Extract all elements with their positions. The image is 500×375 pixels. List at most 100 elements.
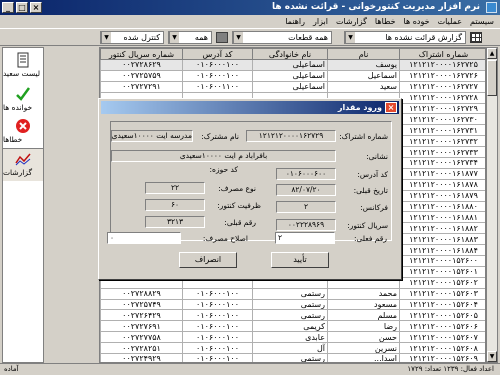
title-bar: نرم افزار مدیریت کنتورخوانی - قرائت نشده… [0, 0, 500, 15]
table-cell: ۰۰۲۷۲۵۷۴۹ [100, 298, 183, 311]
table-cell: ۰۰۲۷۲۷۶۹۱ [100, 320, 183, 333]
menu-tools[interactable]: ابزار [313, 15, 328, 28]
prev-date-value: ۸۲/۰۷/۲۰ [276, 184, 336, 196]
address-code-value: ۰۱۰۶۰۰۰۶۰۰ [276, 168, 336, 180]
table-cell: ۱۲۱۲۱۲۰۰۰۰۱۶۲۷۳۳ [399, 146, 485, 159]
type-select[interactable]: کنترل شده ▼ [100, 31, 164, 44]
table-row[interactable]: ۱۲۱۲۱۲۰۰۰۰۱۵۲۶۰۸ نسرین آل ۰۱۰۶۰۰۰۱۰۰ ۰۰۲۷۲۸۲… [100, 342, 485, 355]
table-row[interactable]: ۱۲۱۲۱۲۰۰۰۰۱۵۲۶۰۳ محمد رستمی ۰۱۰۶۰۰۰۱۰۰ ۰۰۲۷۲… [100, 287, 485, 300]
sidebar-item-list[interactable]: لیست سعید [3, 52, 43, 78]
consumption-fix-input[interactable]: ۰ [107, 232, 181, 244]
address-value: بافراباد م ایت ۱۰۰۰۰سعیدی [111, 150, 336, 162]
table-cell: ۱۲۱۲۱۲۰۰۰۰۱۶۲۷۳۲ [399, 135, 485, 148]
table-cell: مسعود [327, 298, 400, 311]
chevron-down-icon[interactable]: ▼ [101, 32, 111, 43]
close-button[interactable]: × [30, 2, 42, 13]
scroll-thumb[interactable] [487, 60, 497, 96]
table-row[interactable]: ۱۲۱۲۱۲۰۰۰۰۱۶۲۷۲۵ یوسف اسماعیلی ۰۱۰۶۰۰۰۱۰۰ ۰۰… [100, 59, 485, 71]
sidebar-item-readings[interactable]: خوانده ها [3, 86, 43, 112]
current-reading-input[interactable]: ۲ [275, 232, 335, 244]
table-cell: مسلم [327, 309, 400, 322]
column-header-family[interactable]: نام خانوادگی [252, 48, 328, 60]
menu-operations[interactable]: عملیات [438, 15, 462, 28]
dialog-title-bar: ورود مقدار × [101, 101, 399, 114]
table-row[interactable]: ۱۲۱۲۱۲۰۰۰۰۱۵۲۶۰۹ اسدا... رستمی ۰۱۰۶۰۰۰۱۰۰ ۰۰… [100, 353, 485, 362]
table-cell: عابدی [252, 331, 328, 344]
table-cell: رستمی [252, 309, 328, 322]
table-cell: آل [252, 342, 328, 355]
sidebar-item-reports[interactable]: گزارشات [3, 148, 43, 182]
name-label: نام مشترک: [201, 132, 239, 141]
table-cell: ۰۰۲۷۲۶۴۲۹ [100, 309, 183, 322]
dialog-title: ورود مقدار [337, 103, 382, 112]
chevron-down-icon[interactable]: ▼ [345, 32, 355, 43]
table-cell: یوسف [327, 59, 400, 71]
cancel-button[interactable]: انصراف [179, 252, 237, 268]
table-cell: اسماعیلی [252, 80, 328, 93]
table-cell: ۱۲۱۲۱۲۰۰۰۰۱۶۲۷۳۰ [399, 113, 485, 126]
chart-icon [15, 151, 31, 167]
grid-icon[interactable] [470, 32, 482, 43]
table-cell: نسرین [327, 342, 400, 355]
table-cell: ۱۲۱۲۱۲۰۰۰۰۱۶۲۷۳۱ [399, 124, 485, 137]
subscription-value: ۱۲۱۲۱۲۰۰۰۰۱۶۲۷۲۹ [246, 130, 336, 142]
table-cell: ۰۱۰۶۰۰۰۱۰۰ [182, 69, 253, 82]
prev-reading-value: ۳۲۱۳ [145, 216, 205, 228]
table-cell: ۱۲۱۲۱۲۰۰۰۰۱۵۲۶۰۳ [399, 287, 485, 300]
route-select[interactable]: همه ▼ [168, 31, 212, 44]
menu-errors[interactable]: خطاها [375, 15, 396, 28]
scroll-up-icon[interactable]: ▲ [487, 48, 497, 59]
table-cell: ۱۲۱۲۱۲۰۰۰۰۱۶۱۸۸۱ [399, 211, 485, 224]
consumption-fix-label: اصلاح مصرف: [202, 234, 248, 243]
table-cell: ۱۲۱۲۱۲۰۰۰۰۱۵۲۶۰۷ [399, 331, 485, 344]
table-row[interactable]: ۱۲۱۲۱۲۰۰۰۰۱۶۲۷۲۷ سعید اسماعیلی ۰۱۰۶۰۰۱۱۰۰ ۰۰… [100, 80, 485, 93]
table-cell: ۱۲۱۲۱۲۰۰۰۰۱۶۲۷۲۶ [399, 69, 485, 82]
scroll-down-icon[interactable]: ▼ [487, 351, 497, 362]
menu-help[interactable]: راهنما [285, 15, 305, 28]
confirm-button[interactable]: تأیید [271, 252, 329, 268]
address-label: نشانی: [366, 152, 388, 161]
prev-date-label: تاریخ قبلی: [353, 186, 388, 195]
table-cell: حسن [327, 331, 400, 344]
region-select[interactable]: همه قطعات ▼ [232, 31, 332, 44]
capacity-value: ۶۰ [145, 199, 205, 211]
table-cell: ۱۲۱۲۱۲۰۰۰۰۱۶۱۸۷۹ [399, 189, 485, 202]
menu-readings[interactable]: خوده ها [404, 15, 430, 28]
table-cell: ۰۰۲۷۲۸۸۲۹ [100, 287, 183, 300]
app-icon [486, 2, 497, 13]
chevron-down-icon[interactable]: ▼ [169, 32, 179, 43]
menu-system[interactable]: سیستم [470, 15, 494, 28]
table-row[interactable]: ۱۲۱۲۱۲۰۰۰۰۱۵۲۶۰۴ مسعود رستمی ۰۱۰۶۰۰۰۱۰۰ ۰۰۲۷… [100, 298, 485, 311]
table-row[interactable]: ۱۲۱۲۱۲۰۰۰۰۱۵۲۶۰۶ رضا کریمی ۰۱۰۶۰۰۰۱۰۰ ۰۰۲۷۲۷… [100, 320, 485, 333]
minimize-button[interactable]: _ [2, 2, 14, 13]
address-code-label: کد آدرس: [357, 170, 388, 179]
column-header-subscription[interactable]: شماره اشتراک [399, 48, 485, 60]
table-cell: ۱۲۱۲۱۲۰۰۰۰۱۶۱۸۸۰ [399, 200, 485, 213]
filter-icon[interactable] [216, 32, 228, 43]
maximize-button[interactable]: □ [16, 2, 28, 13]
capacity-label: ظرفیت کنتور: [217, 201, 261, 210]
status-count: اعداد فعال: ۱۲۳۹ تعداد: ۱۷۲۹ [407, 365, 494, 373]
table-cell: ۰۰۲۷۲۷۷۵۸ [100, 331, 183, 344]
column-header-address-code[interactable]: کد آدرس [182, 48, 253, 60]
table-cell: رضا [327, 320, 400, 333]
sidebar-item-errors[interactable]: خطاها [3, 118, 43, 144]
table-cell: ۱۲۱۲۱۲۰۰۰۰۱۶۲۷۳۴ [399, 157, 485, 169]
chevron-down-icon[interactable]: ▼ [233, 32, 243, 43]
table-cell: ۱۲۱۲۱۲۰۰۰۰۱۵۲۶۰۸ [399, 342, 485, 355]
table-row[interactable]: ۱۲۱۲۱۲۰۰۰۰۱۵۲۶۰۵ مسلم رستمی ۰۱۰۶۰۰۰۱۰۰ ۰۰۲۷۲… [100, 309, 485, 322]
close-icon[interactable]: × [385, 102, 397, 113]
table-row[interactable]: ۱۲۱۲۱۲۰۰۰۰۱۵۲۶۰۷ حسن عابدی ۰۱۰۶۰۰۰۱۰۰ ۰۰۲۷۲۷… [100, 331, 485, 344]
table-cell: سعید [327, 80, 400, 93]
table-row[interactable]: ۱۲۱۲۱۲۰۰۰۰۱۶۲۷۲۶ اسماعیل اسماعیلی ۰۱۰۶۰۰۰۱۰… [100, 69, 485, 82]
column-header-name[interactable]: نام [327, 48, 400, 60]
value-entry-dialog: ورود مقدار × شماره اشتراک: ۱۲۱۲۱۲۰۰۰۰۱۶۲… [98, 98, 402, 280]
table-cell: اسماعیلی [252, 59, 328, 71]
table-cell: ۱۲۱۲۱۲۰۰۰۰۱۶۱۸۸۴ [399, 244, 485, 257]
report-select[interactable]: گزارش قرائت نشده ها ▼ [344, 31, 466, 44]
document-list-icon [15, 52, 31, 68]
column-header-serial[interactable]: شماره سریال کنتور [100, 48, 183, 60]
menu-reports[interactable]: گزارشات [336, 15, 367, 28]
table-cell: اسدا... [327, 353, 400, 362]
vertical-scrollbar[interactable]: ▲ ▼ [486, 47, 498, 363]
